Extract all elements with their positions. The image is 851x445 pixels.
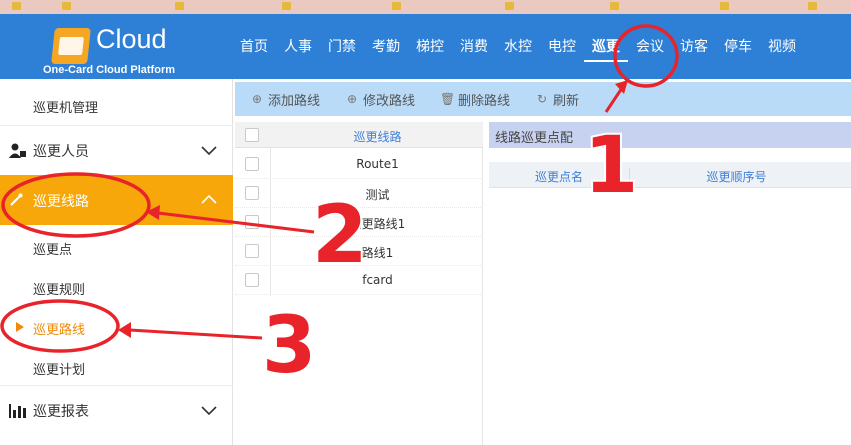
annotation-arrowhead bbox=[615, 80, 628, 94]
annotation-overlay: 1 2 3 bbox=[0, 24, 679, 393]
annotation-arrowhead bbox=[118, 322, 131, 338]
annotation-number: 2 bbox=[312, 188, 368, 281]
annotation-arrow bbox=[604, 87, 624, 113]
annotation-number: 1 bbox=[584, 121, 638, 211]
annotation-circle bbox=[0, 299, 120, 353]
annotation-circle bbox=[1, 172, 151, 238]
annotation-number: 3 bbox=[262, 301, 316, 391]
annotation-circle bbox=[613, 24, 679, 88]
annotation-arrow bbox=[129, 328, 263, 340]
annotation-arrow bbox=[157, 211, 315, 234]
